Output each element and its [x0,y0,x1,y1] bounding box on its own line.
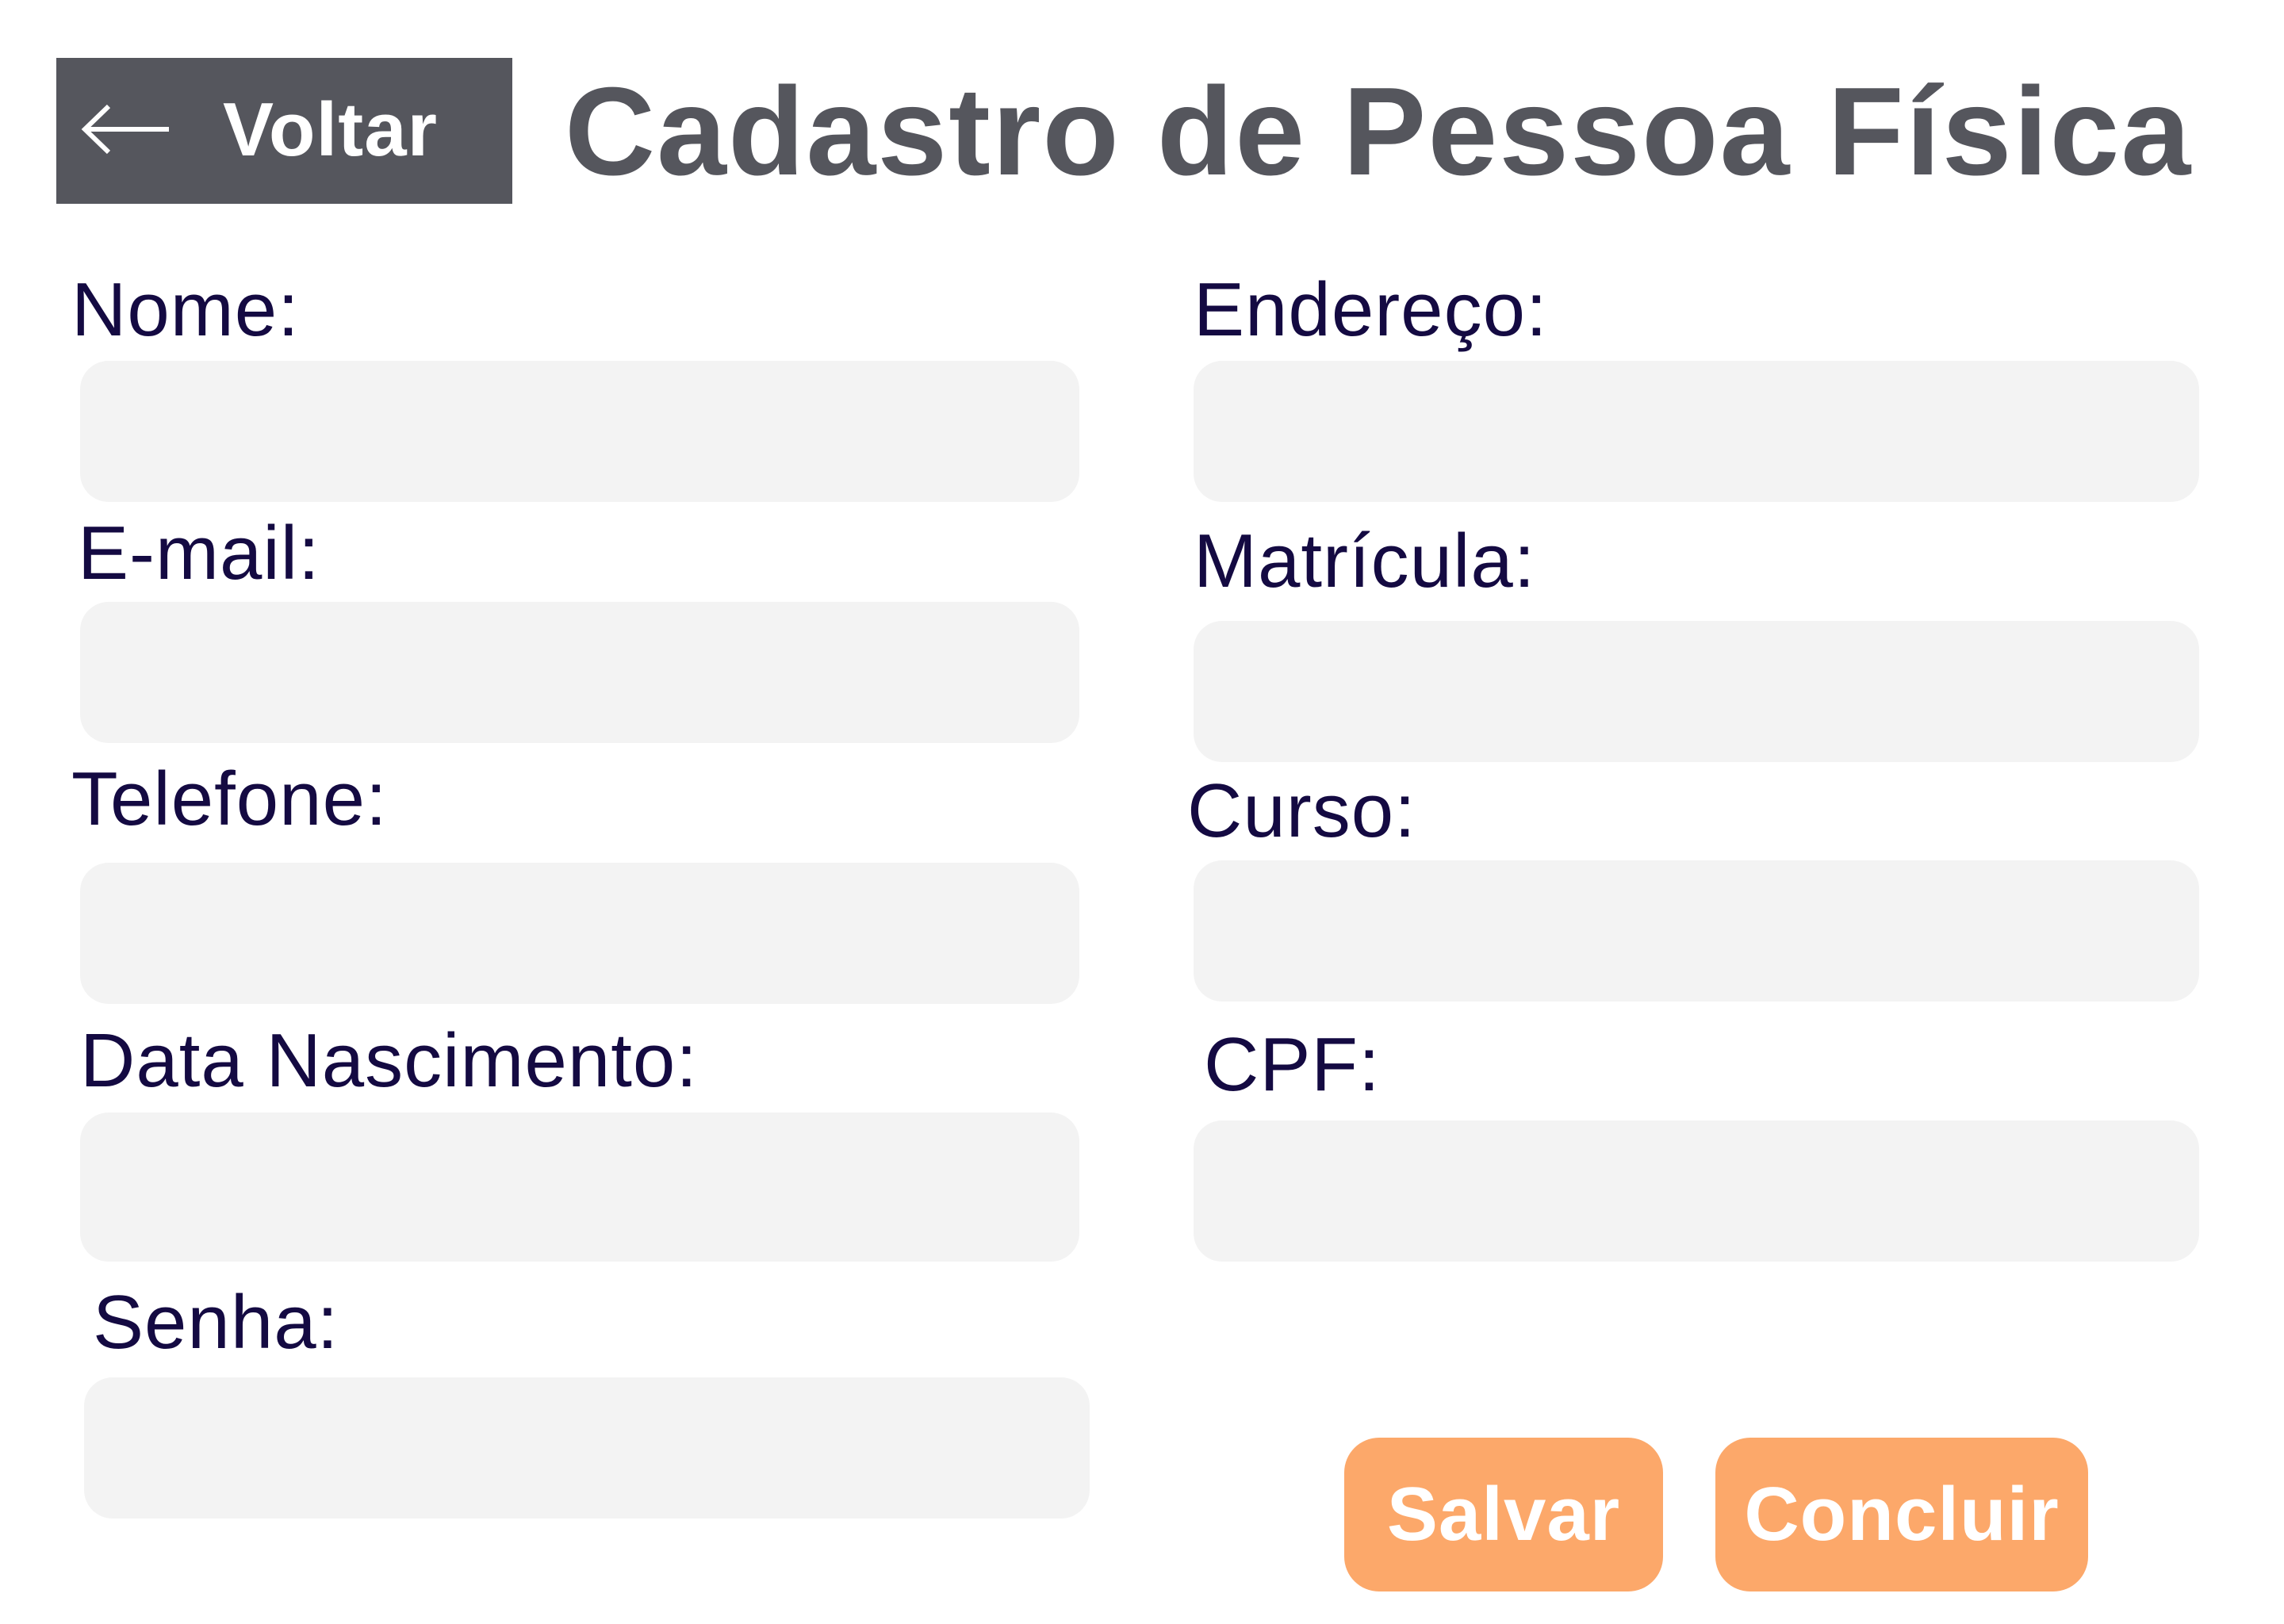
telefone-label: Telefone: [71,756,388,841]
matricula-label: Matrícula: [1194,519,1536,603]
curso-label: Curso: [1187,768,1416,853]
email-input[interactable] [80,602,1079,743]
endereco-input[interactable] [1194,361,2199,502]
senha-input[interactable] [84,1377,1090,1519]
save-button[interactable]: Salvar [1344,1438,1663,1591]
nascimento-label: Data Nascimento: [80,1018,698,1103]
nome-label: Nome: [71,267,300,352]
curso-input[interactable] [1194,860,2199,1002]
back-button-label: Voltar [223,87,438,172]
endereco-label: Endereço: [1194,267,1548,352]
page-title: Cadastro de Pessoa Física [565,62,2193,201]
finish-button[interactable]: Concluir [1715,1438,2088,1591]
arrow-left-icon [81,104,169,155]
cpf-label: CPF: [1204,1022,1381,1107]
nascimento-input[interactable] [80,1113,1079,1262]
email-label: E-mail: [78,511,320,596]
nome-input[interactable] [80,361,1079,502]
cpf-input[interactable] [1194,1120,2199,1262]
senha-label: Senha: [93,1280,339,1365]
telefone-input[interactable] [80,863,1079,1004]
back-button[interactable]: Voltar [56,58,512,204]
matricula-input[interactable] [1194,621,2199,762]
